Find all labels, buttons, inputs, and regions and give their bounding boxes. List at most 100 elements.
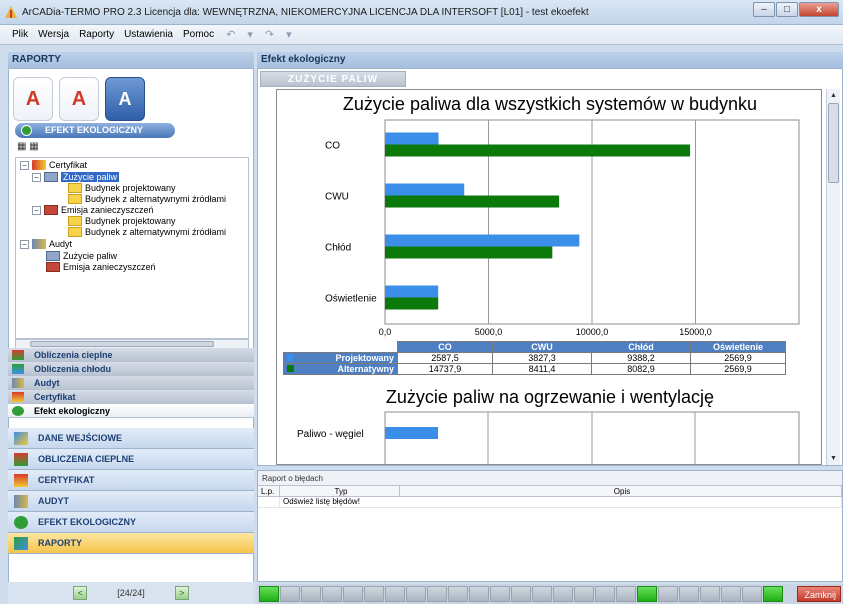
tab-label: EFEKT EKOLOGICZNY	[38, 517, 137, 527]
tree-item-budynek-projektowany[interactable]: Budynek projektowany	[85, 183, 176, 193]
tab-label: DANE WEJŚCIOWE	[38, 433, 123, 443]
tab-dane-wejsciowe[interactable]: DANE WEJŚCIOWE	[8, 428, 254, 449]
audit-icon	[14, 494, 28, 508]
title-bar: ArCADia-TERMO PRO 2.3 Licencja dla: WEWN…	[0, 0, 843, 25]
menu-wersja[interactable]: Wersja	[38, 29, 69, 40]
refresh-errors-link[interactable]: Odśwież listę błędów!	[280, 497, 842, 507]
fuel-icon	[44, 172, 58, 182]
tab-zuzycie-paliw[interactable]: ZUŻYCIE PALIW	[260, 71, 406, 87]
menu-raporty[interactable]: Raporty	[79, 29, 114, 40]
tab-certyfikat-large[interactable]: CERTYFIKAT	[8, 470, 254, 491]
eko-section-label: EFEKT EKOLOGICZNY	[45, 125, 144, 135]
collapse-icon[interactable]: −	[32, 172, 41, 182]
tree-item-zuzycie-paliw-2[interactable]: Zużycie paliw	[63, 251, 117, 261]
tree-item-certyfikat[interactable]: Certyfikat	[49, 160, 87, 170]
tab-label: Obliczenia cieplne	[34, 349, 113, 360]
status-segment	[259, 586, 279, 602]
scrollbar-thumb[interactable]	[828, 103, 839, 183]
dropdown-arrow-icon[interactable]: ▾	[286, 28, 292, 41]
folder-icon	[68, 227, 82, 237]
eko-section-button[interactable]: EFEKT EKOLOGICZNY	[15, 123, 175, 138]
tab-certyfikat[interactable]: Certyfikat	[8, 390, 254, 404]
status-segment	[574, 586, 594, 602]
close-window-button[interactable]: x	[799, 2, 839, 17]
scroll-up-icon[interactable]: ▲	[830, 92, 837, 99]
error-row[interactable]: Odśwież listę błędów!	[258, 497, 842, 508]
app-icon	[4, 5, 18, 19]
status-segment	[595, 586, 615, 602]
leaf-icon	[14, 515, 28, 529]
fuel-icon	[46, 251, 60, 261]
previous-page-button[interactable]: <	[73, 586, 88, 600]
audit-icon	[32, 239, 46, 249]
status-segment	[721, 586, 741, 602]
report-tool-icons[interactable]: ▦ ▦	[17, 141, 39, 152]
page-counter: [24/24]	[117, 588, 145, 598]
menu-ustawienia[interactable]: Ustawienia	[124, 29, 173, 40]
category-label: Paliwo - węgiel	[297, 429, 364, 440]
reports-icon	[14, 536, 28, 550]
tree-item-zuzycie-paliw[interactable]: Zużycie paliw	[61, 172, 120, 182]
column-header-typ[interactable]: Typ	[280, 486, 400, 496]
report-tree: − Certyfikat − Zużycie paliw Budynek proje…	[15, 157, 249, 339]
status-segment	[364, 586, 384, 602]
save-icon[interactable]	[763, 586, 783, 602]
leaf-icon	[12, 405, 24, 416]
tree-item-emisja-2[interactable]: Emisja zanieczyszczeń	[63, 262, 156, 272]
module-icon-termo-2[interactable]: A	[59, 77, 99, 121]
collapse-icon[interactable]: −	[20, 160, 29, 170]
undo-icon[interactable]: ↶	[226, 28, 235, 41]
column-header-lp[interactable]: L.p.	[258, 486, 280, 496]
status-segment	[490, 586, 510, 602]
status-segment	[343, 586, 363, 602]
collapse-icon[interactable]: −	[32, 205, 41, 215]
right-panel-header: Efekt ekologiczny	[257, 52, 843, 68]
tab-obliczenia-cieplne[interactable]: Obliczenia cieplne	[8, 348, 254, 362]
column-header-opis[interactable]: Opis	[400, 486, 842, 496]
dropdown-arrow-icon[interactable]: ▾	[247, 28, 253, 41]
scrollbar-thumb[interactable]	[30, 341, 214, 347]
module-icon-termo[interactable]: A	[13, 77, 53, 121]
collapse-icon[interactable]: −	[20, 239, 29, 249]
module-tabs-large: DANE WEJŚCIOWE OBLICZENIA CIEPLNE CERTYF…	[8, 428, 254, 554]
left-panel-header: RAPORTY	[8, 52, 254, 68]
status-segment	[553, 586, 573, 602]
status-segment	[637, 586, 657, 602]
certificate-icon	[32, 160, 46, 170]
tree-item-budynek-alternatywny-2[interactable]: Budynek z alternatywnymi źródłami	[85, 227, 226, 237]
folder-icon	[68, 183, 82, 193]
tree-item-budynek-alternatywny[interactable]: Budynek z alternatywnymi źródłami	[85, 194, 226, 204]
module-icon-pro[interactable]: A	[105, 77, 145, 121]
menu-pomoc[interactable]: Pomoc	[183, 29, 214, 40]
status-segment	[700, 586, 720, 602]
tab-efekt-ekologiczny[interactable]: Efekt ekologiczny	[8, 404, 254, 418]
audit-icon	[12, 377, 24, 388]
cooling-icon	[12, 363, 24, 374]
tab-obliczenia-chlodu[interactable]: Obliczenia chłodu	[8, 362, 254, 376]
error-report-title: Raport o błędach	[258, 471, 842, 485]
next-page-button[interactable]: >	[174, 586, 189, 600]
tree-item-audyt[interactable]: Audyt	[49, 239, 72, 249]
tab-audyt[interactable]: Audyt	[8, 376, 254, 390]
menu-plik[interactable]: Plik	[12, 29, 28, 40]
tab-audyt-large[interactable]: AUDYT	[8, 491, 254, 512]
tab-raporty-large[interactable]: RAPORTY	[8, 533, 254, 554]
redo-icon[interactable]: ↷	[265, 28, 274, 41]
tab-obliczenia-cieplne-large[interactable]: OBLICZENIA CIEPLNE	[8, 449, 254, 470]
tab-label: Certyfikat	[34, 391, 76, 402]
tree-item-emisja[interactable]: Emisja zanieczyszczeń	[61, 205, 154, 215]
tab-efekt-ekologiczny-large[interactable]: EFEKT EKOLOGICZNY	[8, 512, 254, 533]
tree-item-budynek-projektowany-2[interactable]: Budynek projektowany	[85, 216, 176, 226]
minimize-button[interactable]: –	[753, 2, 775, 17]
scroll-down-icon[interactable]: ▼	[830, 455, 837, 462]
report-vertical-scrollbar[interactable]: ▲ ▼	[826, 89, 840, 465]
emission-icon	[46, 262, 60, 272]
status-segment	[427, 586, 447, 602]
status-segment	[532, 586, 552, 602]
page-navigator: < [24/24] >	[8, 582, 254, 604]
menu-bar: Plik Wersja Raporty Ustawienia Pomoc ↶ ▾…	[0, 25, 843, 45]
heat-icon	[12, 349, 24, 360]
input-data-icon	[14, 431, 28, 445]
maximize-button[interactable]: □	[776, 2, 798, 17]
close-button[interactable]: Zamknij	[797, 586, 841, 602]
